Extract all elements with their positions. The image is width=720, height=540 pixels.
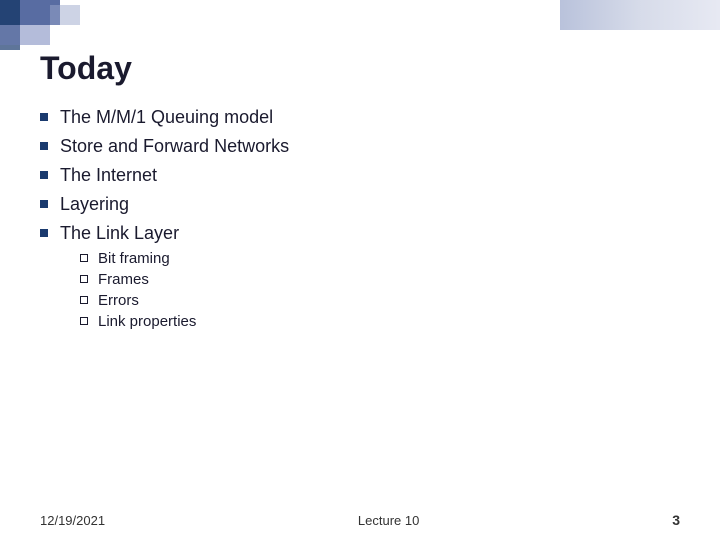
footer: 12/19/2021 Lecture 10 3 xyxy=(40,512,680,528)
bullet-item: Layering xyxy=(40,194,680,215)
sub-bullet-square-icon xyxy=(80,317,88,325)
sub-bullet-item: Link properties xyxy=(80,313,196,330)
bullet-item: The M/M/1 Queuing model xyxy=(40,107,680,128)
bullet-content-wrapper: The Link Layer Bit framing Frames Errors Lin… xyxy=(60,223,196,334)
bullet-square-icon xyxy=(40,113,48,121)
bullet-item: The Internet xyxy=(40,165,680,186)
bullet-item: The Link Layer Bit framing Frames Errors Lin… xyxy=(40,223,680,334)
sub-bullet-square-icon xyxy=(80,296,88,304)
sub-bullet-square-icon xyxy=(80,275,88,283)
sub-bullet-text: Bit framing xyxy=(98,250,170,267)
bullet-text: The Internet xyxy=(60,165,157,186)
sub-bullet-item: Errors xyxy=(80,292,196,309)
main-bullet-list: The M/M/1 Queuing model Store and Forward… xyxy=(40,107,680,334)
sub-bullet-text: Frames xyxy=(98,271,149,288)
bullet-item: Store and Forward Networks xyxy=(40,136,680,157)
sub-bullet-square-icon xyxy=(80,254,88,262)
bullet-square-icon xyxy=(40,171,48,179)
sub-bullet-text: Link properties xyxy=(98,313,196,330)
corner-decoration xyxy=(0,0,120,50)
slide-title: Today xyxy=(40,50,680,87)
bullet-square-icon xyxy=(40,142,48,150)
bullet-text: Store and Forward Networks xyxy=(60,136,289,157)
footer-date: 12/19/2021 xyxy=(40,513,105,528)
sub-bullet-item: Frames xyxy=(80,271,196,288)
bullet-text: The Link Layer xyxy=(60,223,196,244)
bullet-square-icon xyxy=(40,200,48,208)
sub-bullet-list: Bit framing Frames Errors Link properties xyxy=(80,250,196,330)
footer-page: 3 xyxy=(672,512,680,528)
right-decoration xyxy=(560,0,720,30)
sub-bullet-item: Bit framing xyxy=(80,250,196,267)
slide-content: Today The M/M/1 Queuing model Store and F… xyxy=(40,50,680,500)
footer-lecture: Lecture 10 xyxy=(358,513,419,528)
sub-bullet-text: Errors xyxy=(98,292,139,309)
bullet-square-icon xyxy=(40,229,48,237)
bullet-text: Layering xyxy=(60,194,129,215)
bullet-text: The M/M/1 Queuing model xyxy=(60,107,273,128)
